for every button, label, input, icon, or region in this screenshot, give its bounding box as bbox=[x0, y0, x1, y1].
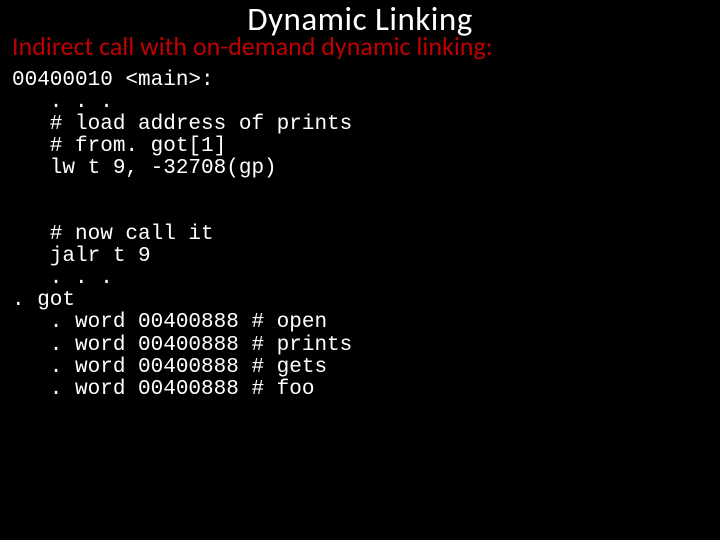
code-line: . . . bbox=[12, 91, 113, 114]
code-line: . word 00400888 # prints bbox=[12, 334, 352, 357]
code-line: . word 00400888 # gets bbox=[12, 356, 327, 379]
code-line: . got bbox=[12, 289, 75, 312]
code-line: . word 00400888 # open bbox=[12, 311, 327, 334]
slide: Dynamic Linking Indirect call with on-de… bbox=[0, 0, 720, 540]
code-block: 00400010 <main>: . . . # load address of… bbox=[0, 60, 720, 401]
code-line: jalr t 9 bbox=[12, 245, 151, 268]
code-line: . word 00400888 # foo bbox=[12, 378, 314, 401]
code-line: # now call it bbox=[12, 223, 214, 246]
code-line: 00400010 <main>: bbox=[12, 69, 214, 92]
code-line: . . . bbox=[12, 267, 113, 290]
slide-subtitle: Indirect call with on-demand dynamic lin… bbox=[0, 33, 720, 60]
code-line: # load address of prints bbox=[12, 113, 352, 136]
code-line: # from. got[1] bbox=[12, 135, 226, 158]
code-line: lw t 9, -32708(gp) bbox=[12, 157, 277, 180]
